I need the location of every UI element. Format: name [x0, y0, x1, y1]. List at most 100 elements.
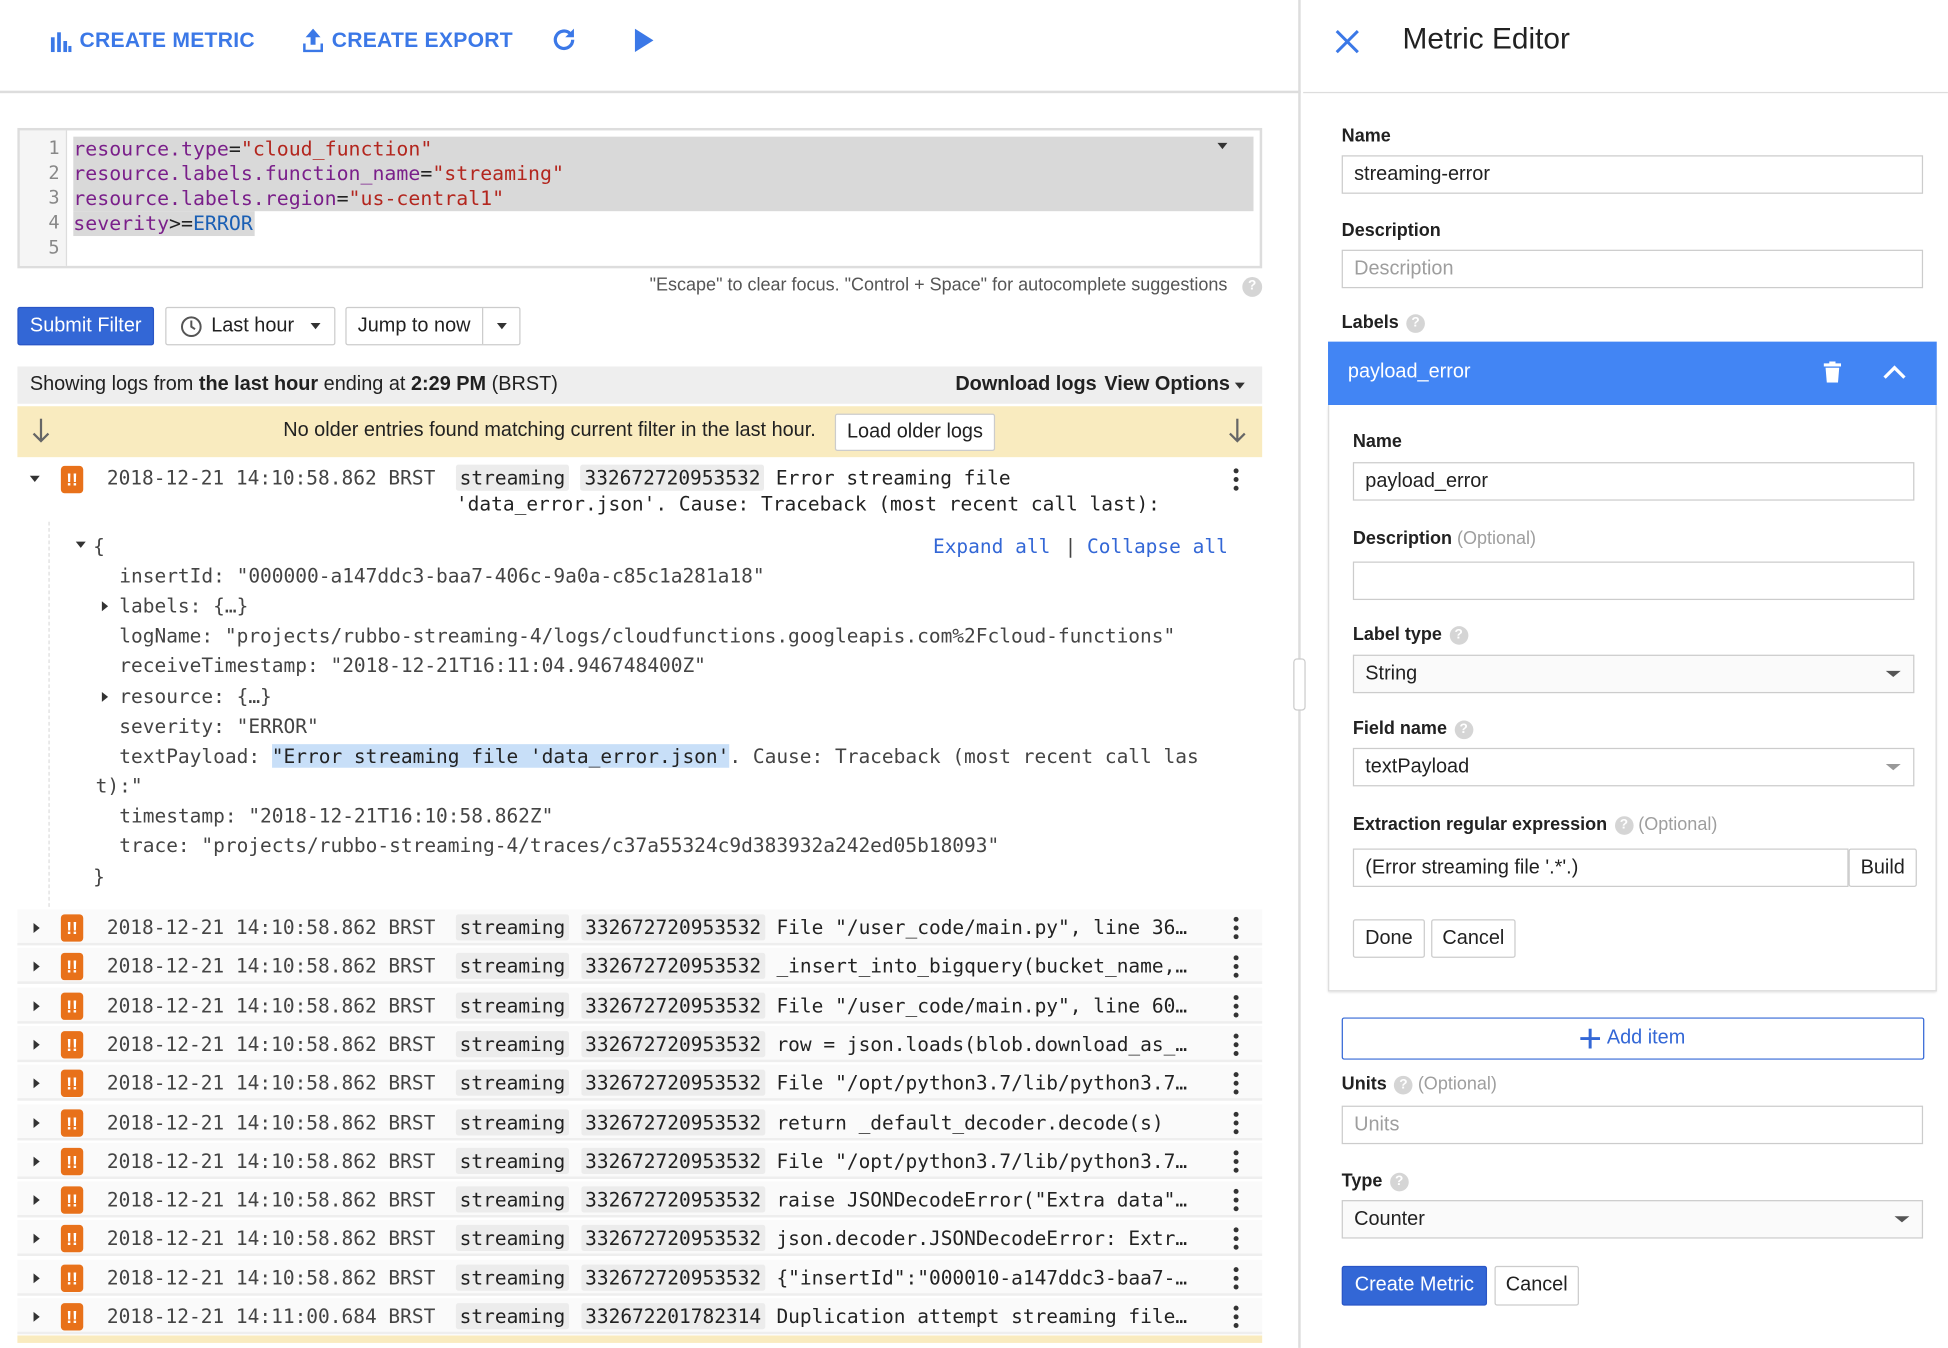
- function-badge[interactable]: streaming: [455, 1264, 569, 1291]
- log-row[interactable]: !! 2018-12-21 14:10:58.862 BRST streaming 3…: [17, 1142, 1263, 1179]
- metric-name-input[interactable]: streaming-error: [1341, 155, 1924, 194]
- log-row[interactable]: !! 2018-12-21 14:10:58.862 BRST streaming 3…: [17, 909, 1263, 946]
- arrow-down-icon[interactable]: [1229, 418, 1246, 444]
- expand-arrow-icon[interactable]: [101, 691, 109, 702]
- collapse-arrow-icon[interactable]: [75, 541, 86, 548]
- collapse-arrow-icon[interactable]: [29, 475, 40, 483]
- jump-dropdown-button[interactable]: [482, 308, 519, 345]
- function-badge[interactable]: streaming: [455, 953, 569, 980]
- jump-to-now-button[interactable]: Jump to now: [345, 306, 521, 346]
- function-badge[interactable]: streaming: [455, 914, 569, 941]
- help-icon[interactable]: ?: [1394, 1075, 1413, 1095]
- add-item-button[interactable]: Add item: [1341, 1017, 1925, 1060]
- help-icon[interactable]: ?: [1389, 1172, 1409, 1191]
- arrow-down-icon[interactable]: [32, 418, 50, 444]
- create-metric-submit-button[interactable]: Create Metric: [1341, 1265, 1488, 1306]
- json-field-labels[interactable]: labels: {…}: [119, 591, 248, 621]
- execution-id-badge[interactable]: 332672720953532: [581, 1069, 765, 1096]
- expand-arrow-icon[interactable]: [33, 1272, 40, 1283]
- log-row[interactable]: !! 2018-12-21 14:10:58.862 BRST streaming 3…: [17, 987, 1263, 1024]
- play-icon[interactable]: [634, 28, 655, 53]
- function-badge[interactable]: streaming: [455, 1069, 569, 1096]
- expand-arrow-icon[interactable]: [33, 1311, 40, 1322]
- close-icon[interactable]: [1335, 30, 1359, 54]
- expand-arrow-icon[interactable]: [33, 1117, 40, 1128]
- help-icon[interactable]: ?: [1454, 720, 1474, 739]
- log-row[interactable]: !! 2018-12-21 14:10:58.862 BRST streaming 3…: [17, 1220, 1263, 1257]
- more-vert-icon[interactable]: [1233, 916, 1239, 943]
- refresh-icon[interactable]: [549, 25, 579, 55]
- more-vert-icon[interactable]: [1233, 994, 1239, 1021]
- log-row[interactable]: !! 2018-12-21 14:10:58.862 BRST streaming 3…: [17, 1026, 1263, 1063]
- cancel-button[interactable]: Cancel: [1494, 1265, 1579, 1306]
- create-metric-button[interactable]: CREATE METRIC: [50, 25, 255, 57]
- execution-id-badge[interactable]: 332672720953532: [581, 953, 765, 980]
- metric-type-select[interactable]: Counter: [1341, 1200, 1924, 1239]
- more-vert-icon[interactable]: [1233, 1227, 1239, 1254]
- delete-icon[interactable]: [1823, 361, 1842, 383]
- json-field-resource[interactable]: resource: {…}: [119, 682, 272, 712]
- more-vert-icon[interactable]: [1233, 1111, 1239, 1137]
- more-vert-icon[interactable]: [1233, 1033, 1239, 1059]
- help-icon[interactable]: ?: [1449, 625, 1469, 645]
- function-badge[interactable]: streaming: [455, 1030, 569, 1058]
- execution-id-badge[interactable]: 332672720953532: [581, 914, 765, 941]
- filter-line[interactable]: resource.labels.region="us-central1": [73, 186, 504, 211]
- filter-line[interactable]: severity>=ERROR: [73, 211, 253, 236]
- function-badge[interactable]: streaming: [455, 1225, 569, 1252]
- done-button[interactable]: Done: [1352, 919, 1425, 958]
- metric-description-input[interactable]: Description: [1341, 249, 1924, 289]
- help-icon[interactable]: ?: [1406, 313, 1425, 333]
- execution-id-badge[interactable]: 332672201782314: [581, 1303, 765, 1330]
- more-vert-icon[interactable]: [1233, 955, 1239, 982]
- expand-arrow-icon[interactable]: [33, 1000, 40, 1011]
- more-vert-icon[interactable]: [1233, 1150, 1239, 1176]
- label-cancel-button[interactable]: Cancel: [1431, 919, 1516, 958]
- field-name-select[interactable]: textPayload: [1352, 747, 1915, 787]
- view-options-menu[interactable]: View Options: [1104, 366, 1230, 403]
- more-vert-icon[interactable]: [1233, 1072, 1239, 1098]
- label-name-input[interactable]: payload_error: [1352, 462, 1915, 501]
- log-row[interactable]: !! 2018-12-21 14:10:58.862 BRST streaming 3…: [17, 1103, 1263, 1140]
- log-row[interactable]: !! 2018-12-21 14:10:58.862 BRST streaming 3…: [17, 1259, 1263, 1296]
- more-vert-icon[interactable]: [1233, 1266, 1239, 1293]
- expand-arrow-icon[interactable]: [33, 1156, 40, 1167]
- execution-id-badge[interactable]: 332672720953532: [581, 1225, 765, 1252]
- filter-line[interactable]: resource.labels.function_name="streaming…: [73, 161, 564, 186]
- more-vert-icon[interactable]: [1233, 1305, 1239, 1332]
- function-badge[interactable]: streaming: [455, 992, 569, 1019]
- function-badge[interactable]: streaming: [455, 1108, 569, 1135]
- load-older-logs-button[interactable]: Load older logs: [834, 413, 996, 451]
- help-icon[interactable]: ?: [1242, 277, 1263, 297]
- expand-arrow-icon[interactable]: [33, 1234, 40, 1245]
- help-icon[interactable]: ?: [1614, 815, 1634, 835]
- more-vert-icon[interactable]: [1233, 1188, 1239, 1215]
- expand-all-link[interactable]: Expand all: [933, 532, 1050, 562]
- label-item-header[interactable]: payload_error: [1328, 341, 1937, 405]
- submit-filter-button[interactable]: Submit Filter: [17, 306, 155, 346]
- expand-arrow-icon[interactable]: [33, 1078, 40, 1089]
- units-input[interactable]: Units: [1341, 1105, 1924, 1145]
- build-button[interactable]: Build: [1848, 848, 1917, 888]
- label-type-select[interactable]: String: [1352, 654, 1915, 694]
- function-badge[interactable]: streaming: [455, 1186, 569, 1213]
- execution-id-badge[interactable]: 332672720953532: [581, 1264, 765, 1291]
- log-row[interactable]: !! 2018-12-21 14:11:00.684 BRST streaming 3…: [17, 1298, 1263, 1335]
- function-badge[interactable]: streaming: [455, 1303, 569, 1330]
- chevron-up-icon[interactable]: [1882, 365, 1907, 380]
- function-badge[interactable]: streaming: [455, 464, 569, 491]
- expand-arrow-icon[interactable]: [33, 923, 40, 933]
- expand-arrow-icon[interactable]: [33, 961, 40, 972]
- more-vert-icon[interactable]: [1233, 468, 1239, 494]
- create-export-button[interactable]: CREATE EXPORT: [302, 25, 513, 57]
- execution-id-badge[interactable]: 332672720953532: [581, 1108, 765, 1135]
- time-range-select[interactable]: Last hour: [165, 306, 336, 346]
- editor-dropdown-icon[interactable]: [1217, 142, 1228, 150]
- log-row[interactable]: !! 2018-12-21 14:10:58.862 BRST streaming 3…: [17, 1064, 1263, 1101]
- expand-arrow-icon[interactable]: [33, 1039, 40, 1050]
- log-row[interactable]: !! 2018-12-21 14:10:58.862 BRST streaming 3…: [17, 948, 1263, 985]
- collapse-all-link[interactable]: Collapse all: [1087, 532, 1228, 562]
- function-badge[interactable]: streaming: [455, 1147, 569, 1174]
- execution-id-badge[interactable]: 332672720953532: [581, 1186, 765, 1213]
- execution-id-badge[interactable]: 332672720953532: [581, 992, 765, 1019]
